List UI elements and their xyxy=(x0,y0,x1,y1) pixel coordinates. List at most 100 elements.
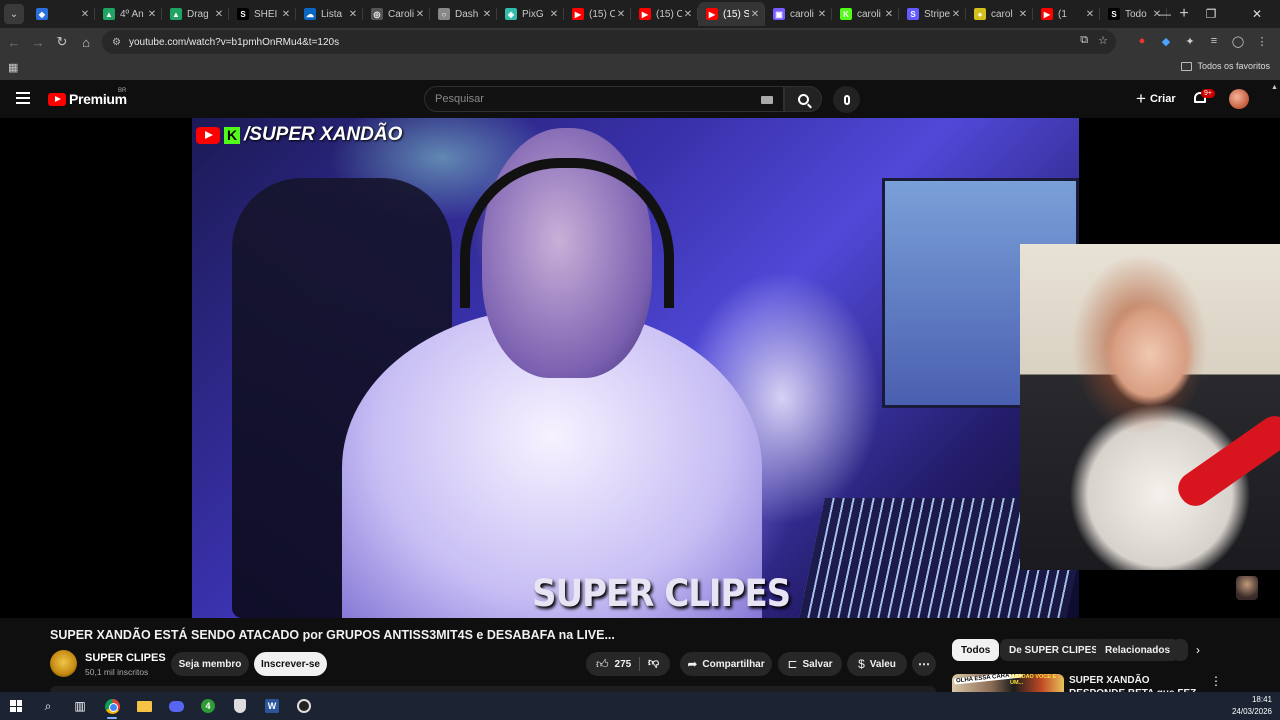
browser-tab[interactable]: ▲ 4º An ✕ xyxy=(95,2,162,26)
subscribe-button[interactable]: Inscrever-se xyxy=(254,652,327,676)
thumbs-down-icon[interactable]: 👎︎ xyxy=(648,656,659,669)
apps-grid-icon[interactable]: ▦ xyxy=(8,61,18,74)
browser-tab[interactable]: S SHEI ✕ xyxy=(229,2,296,26)
install-icon[interactable]: ⧉ xyxy=(1080,34,1088,47)
tab-close-icon[interactable]: ✕ xyxy=(615,9,627,20)
tab-close-icon[interactable]: ✕ xyxy=(1017,9,1029,20)
forward-icon[interactable]: → xyxy=(26,35,50,50)
chip-related[interactable]: Relacionados xyxy=(1096,639,1180,661)
search-button[interactable] xyxy=(784,86,822,112)
file-explorer-icon[interactable] xyxy=(128,692,160,720)
browser-tab[interactable]: Kcaroli ✕ xyxy=(832,2,899,26)
search-input[interactable]: Pesquisar xyxy=(424,86,784,112)
menu-icon[interactable] xyxy=(16,92,30,104)
browser-tab[interactable]: ▶ (15) C ✕ xyxy=(564,2,631,26)
youtube-play-icon xyxy=(48,92,66,106)
taskbar-search-icon[interactable]: ⌕ xyxy=(32,692,64,720)
browser-menu-icon[interactable]: ⋮ xyxy=(1254,33,1270,49)
xbox-icon[interactable]: 4 xyxy=(192,692,224,720)
video-player[interactable]: K /SUPER XANDÃO SUPER CLIPES xyxy=(0,118,1280,618)
browser-tab[interactable]: ● carol ✕ xyxy=(966,2,1033,26)
tab-close-icon[interactable]: ✕ xyxy=(213,9,225,20)
browser-tab[interactable]: ○ Dash ✕ xyxy=(430,2,497,26)
browser-tab[interactable]: ▲ Drag ✕ xyxy=(162,2,229,26)
star-icon[interactable]: ☆ xyxy=(1098,34,1108,47)
kebab-menu-icon[interactable]: ⋮ xyxy=(1210,674,1222,688)
browser-tab[interactable]: ▶ (15) C ✕ xyxy=(631,2,698,26)
recommendation-title[interactable]: SUPER XANDÃO RESPONDE BETA que FEZ VÍDEO… xyxy=(1069,674,1199,692)
youtube-logo[interactable]: Premium BR xyxy=(48,88,127,107)
tab-close-icon[interactable]: ✕ xyxy=(347,9,359,20)
tab-close-icon[interactable]: ✕ xyxy=(749,9,761,20)
scroll-up-arrow-icon[interactable]: ▲ xyxy=(1271,84,1278,91)
reload-icon[interactable]: ↻ xyxy=(50,34,74,50)
extensions-puzzle-icon[interactable]: ✦ xyxy=(1182,33,1198,49)
browser-tab[interactable]: ◆ ✕ xyxy=(28,2,95,26)
site-info-icon[interactable]: ⚙ xyxy=(112,37,121,48)
clock-date: 24/03/2026 xyxy=(1231,707,1272,716)
browser-tab[interactable]: ▶ (15) S ✕ xyxy=(698,2,765,26)
all-favorites-folder[interactable]: Todos os favoritos xyxy=(1181,61,1270,71)
tab-search-icon[interactable]: ⌄ xyxy=(4,4,24,24)
task-view-icon[interactable]: ▥ xyxy=(64,692,96,720)
tab-title: (15) C xyxy=(589,8,615,20)
browser-tab[interactable]: ☁ Lista ✕ xyxy=(296,2,363,26)
search-icon xyxy=(797,93,809,105)
chrome-icon[interactable] xyxy=(96,692,128,720)
recommendation-thumbnail[interactable]: OLHA ESSA CARA !?? XANDÃO VOCÊ É UM... xyxy=(952,674,1064,692)
thumbs-up-icon: 👍︎ xyxy=(596,656,609,671)
voice-search-button[interactable] xyxy=(833,86,860,113)
address-bar[interactable]: ⚙ youtube.com/watch?v=b1pmhOnRMu4&t=120s… xyxy=(102,30,1116,54)
chip-from-channel[interactable]: De SUPER CLIPES xyxy=(1000,639,1107,661)
tab-close-icon[interactable]: ✕ xyxy=(548,9,560,20)
tab-favicon-icon: S xyxy=(237,8,249,20)
obs-icon[interactable] xyxy=(288,692,320,720)
tab-title: carol xyxy=(991,8,1013,20)
minimize-icon[interactable]: — xyxy=(1142,7,1188,21)
account-avatar[interactable] xyxy=(1229,89,1249,109)
chip-all[interactable]: Todos xyxy=(952,639,1000,661)
browser-tab[interactable]: ◎ Caroli ✕ xyxy=(363,2,430,26)
tab-close-icon[interactable]: ✕ xyxy=(146,9,158,20)
tab-close-icon[interactable]: ✕ xyxy=(950,9,962,20)
tab-close-icon[interactable]: ✕ xyxy=(816,9,828,20)
tab-close-icon[interactable]: ✕ xyxy=(682,9,694,20)
close-window-icon[interactable]: ✕ xyxy=(1234,7,1280,21)
tab-favicon-icon: ▶ xyxy=(706,8,718,20)
browser-tab[interactable]: ▣ caroli ✕ xyxy=(765,2,832,26)
create-button[interactable]: + Criar xyxy=(1126,87,1186,111)
channel-name[interactable]: SUPER CLIPES xyxy=(85,652,166,664)
save-button[interactable]: ⊏ Salvar xyxy=(778,652,842,676)
tab-close-icon[interactable]: ✕ xyxy=(883,9,895,20)
url-text[interactable]: youtube.com/watch?v=b1pmhOnRMu4&t=120s xyxy=(129,37,339,48)
back-icon[interactable]: ← xyxy=(2,35,26,50)
thanks-button[interactable]: $ Valeu xyxy=(847,652,907,676)
discord-icon[interactable] xyxy=(160,692,192,720)
extension-diamond-icon[interactable]: ◆ xyxy=(1158,33,1174,49)
tab-close-icon[interactable]: ✕ xyxy=(1084,9,1096,20)
keyboard-icon[interactable] xyxy=(761,96,773,104)
tab-close-icon[interactable]: ✕ xyxy=(414,9,426,20)
tab-close-icon[interactable]: ✕ xyxy=(481,9,493,20)
browser-tab[interactable]: ▶ (1 ✕ xyxy=(1033,2,1100,26)
tab-close-icon[interactable]: ✕ xyxy=(79,9,91,20)
word-icon[interactable]: W xyxy=(256,692,288,720)
restore-icon[interactable]: ❐ xyxy=(1188,7,1234,21)
security-shield-icon[interactable] xyxy=(224,692,256,720)
join-button[interactable]: Seja membro xyxy=(171,652,249,676)
browser-tab[interactable]: ◈ PixG ✕ xyxy=(497,2,564,26)
system-clock[interactable]: 18:41 24/03/2026 xyxy=(1232,694,1272,718)
chevron-right-icon[interactable]: › xyxy=(1196,643,1200,657)
channel-avatar[interactable] xyxy=(50,650,77,677)
extension-red-icon[interactable]: ● xyxy=(1134,33,1150,49)
start-button[interactable] xyxy=(0,692,32,720)
media-control-icon[interactable]: ≡ xyxy=(1206,33,1222,49)
profile-icon[interactable]: ◯ xyxy=(1230,33,1246,49)
share-button[interactable]: ➦ Compartilhar xyxy=(680,652,772,676)
browser-tab[interactable]: S Stripe ✕ xyxy=(899,2,966,26)
tab-close-icon[interactable]: ✕ xyxy=(280,9,292,20)
chip-partial[interactable] xyxy=(1172,639,1188,661)
like-button[interactable]: 👍︎ 275 👎︎ xyxy=(586,652,670,676)
more-actions-button[interactable]: ⋯ xyxy=(912,652,936,676)
home-icon[interactable]: ⌂ xyxy=(74,35,98,50)
